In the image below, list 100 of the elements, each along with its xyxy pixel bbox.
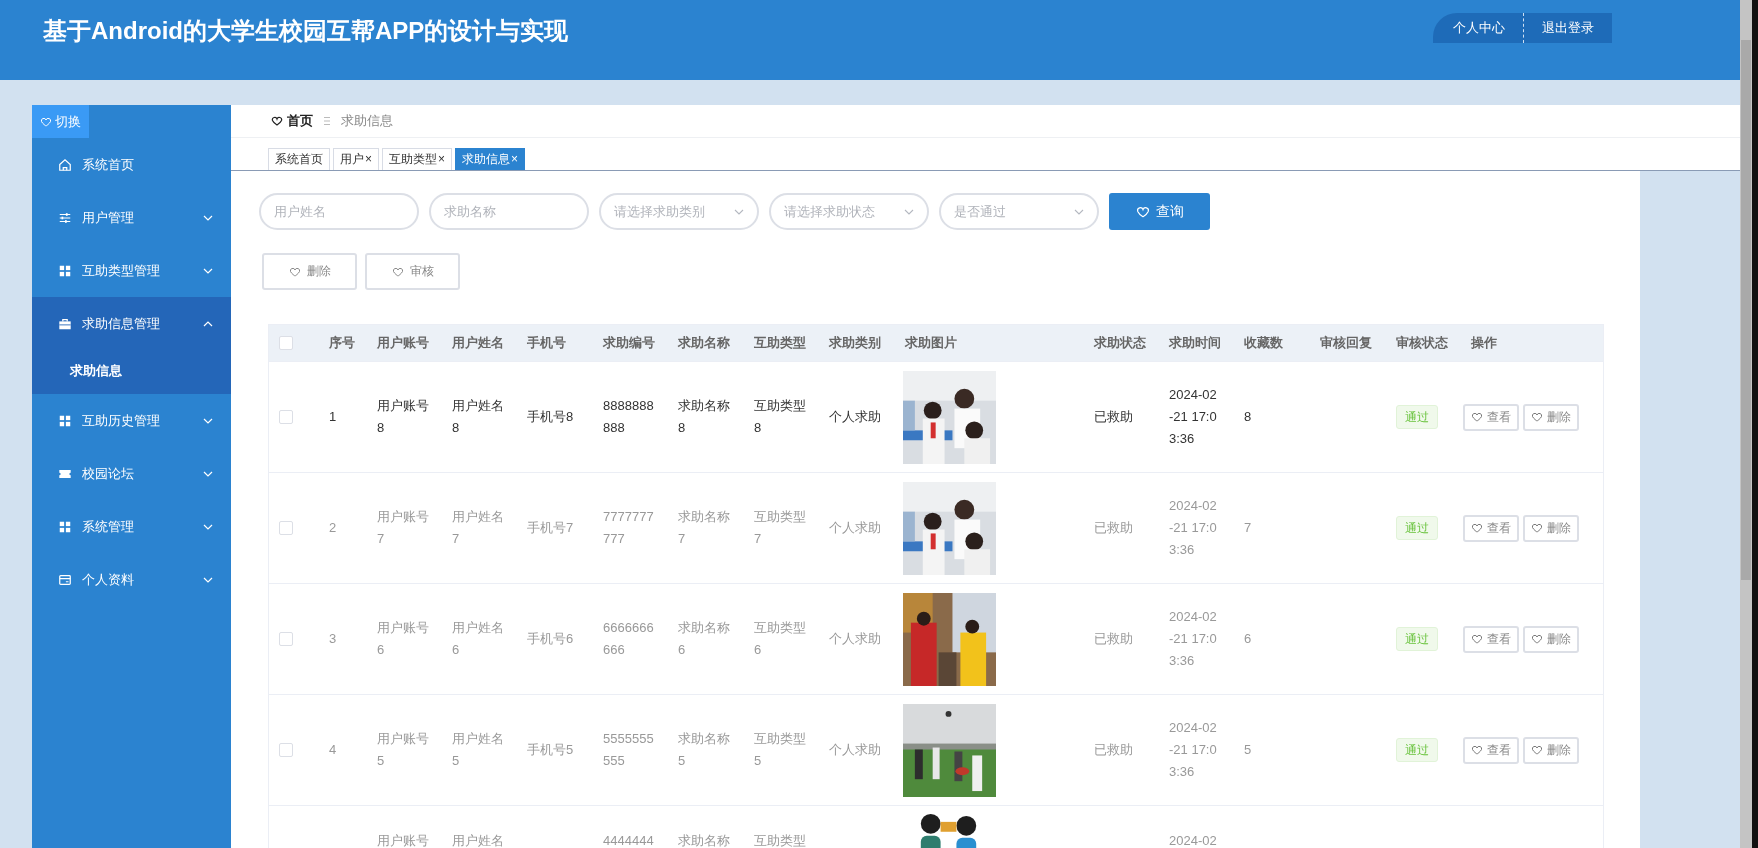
table-cell-text: 2024-02-21 17:03:36: [1169, 608, 1218, 670]
page-tab[interactable]: 互助类型×: [382, 148, 453, 170]
toggle-button[interactable]: 切换: [32, 105, 89, 138]
heart-icon: [1531, 633, 1543, 645]
home-icon: [58, 157, 72, 172]
row-action-button[interactable]: 删除: [1523, 625, 1579, 653]
breadcrumb-current: 求助信息: [341, 112, 393, 130]
heart-icon: [391, 265, 404, 278]
table-cell-text: 手机号5: [527, 741, 575, 759]
briefcase-icon: [58, 316, 72, 331]
action-button[interactable]: 删除: [262, 253, 357, 290]
header-link[interactable]: 退出登录: [1524, 13, 1612, 43]
table-cell-text: 已救助: [1094, 630, 1134, 648]
column-header: 审核回复: [1320, 334, 1372, 352]
chevron-down-icon: [203, 214, 213, 221]
table-cell-text: 互助类型6: [754, 619, 807, 659]
grid-icon: [58, 519, 72, 534]
row-action-button[interactable]: 删除: [1523, 403, 1579, 431]
menu-item[interactable]: 互助历史管理: [32, 394, 231, 447]
chevron-down-icon: [1074, 208, 1084, 215]
sliders-icon: [58, 210, 72, 225]
select-field[interactable]: 请选择求助状态: [769, 193, 929, 230]
row-action-button[interactable]: 查看: [1463, 625, 1519, 653]
table-cell-text: 个人求助: [829, 408, 882, 426]
heart-icon: [1471, 633, 1483, 645]
action-button[interactable]: 审核: [365, 253, 460, 290]
scrollbar-drawing[interactable]: [1740, 0, 1758, 848]
menu-item[interactable]: 系统首页: [32, 138, 231, 191]
menu-label: 互助类型管理: [82, 261, 161, 280]
menu-item[interactable]: 求助信息管理: [32, 297, 231, 350]
header-link[interactable]: 个人中心: [1433, 13, 1524, 43]
row-action-button[interactable]: 查看: [1463, 736, 1519, 764]
menu-item[interactable]: 互助类型管理: [32, 244, 231, 297]
tab-close[interactable]: ×: [365, 152, 372, 166]
table-cell-text: 个人求助: [829, 741, 882, 759]
table-cell-text: 手机号7: [527, 519, 575, 537]
chevron-down-icon: [203, 417, 213, 424]
checkbox[interactable]: [279, 743, 293, 757]
menu-item[interactable]: 个人资料: [32, 553, 231, 606]
table-cell-text: 个人求助: [829, 630, 882, 648]
heart-icon: [40, 115, 52, 128]
heart-icon: [1471, 411, 1483, 423]
menu-label: 个人资料: [82, 570, 135, 589]
menu-item[interactable]: 用户管理: [32, 191, 231, 244]
page-tab[interactable]: 求助信息×: [455, 148, 526, 170]
checkbox[interactable]: [279, 410, 293, 424]
table-cell-text: 用户账号8: [377, 397, 430, 437]
checkbox[interactable]: [279, 632, 293, 646]
search-field[interactable]: 用户姓名: [259, 193, 419, 230]
table-cell-text: 手机号6: [527, 630, 575, 648]
heart-icon: [288, 265, 301, 278]
column-header: 审核状态: [1396, 334, 1448, 352]
row-action-button[interactable]: 删除: [1523, 514, 1579, 542]
table-cell-text: 用户姓名: [452, 832, 505, 848]
select-field[interactable]: 是否通过: [939, 193, 1099, 230]
menu-item[interactable]: 系统管理: [32, 500, 231, 553]
chevron-down-icon: [203, 523, 213, 530]
table-cell-text: 用户账号5: [377, 730, 430, 770]
menu-label: 系统管理: [82, 517, 135, 536]
search-field[interactable]: 求助名称: [429, 193, 589, 230]
status-badge: 通过: [1396, 516, 1438, 540]
page-tab[interactable]: 系统首页: [268, 148, 330, 170]
status-badge: 通过: [1396, 627, 1438, 651]
table-cell-text: 用户姓名5: [452, 730, 505, 770]
table-cell-text: 2024-02-21 17:03:36: [1169, 719, 1218, 781]
table-cell-text: 8: [1244, 408, 1253, 426]
table-cell-text: 用户账号7: [377, 508, 430, 548]
table-cell-text: 2: [329, 519, 338, 537]
submenu-item[interactable]: 求助信息: [32, 348, 231, 394]
chevron-down-icon: [904, 208, 914, 215]
table-cell-text: 互助类型5: [754, 730, 807, 770]
breadcrumb-home[interactable]: 首页: [287, 112, 313, 130]
table-cell-text: 用户姓名8: [452, 397, 505, 437]
table-cell-text: 4444444: [603, 832, 655, 848]
table-cell-text: 5: [1244, 741, 1253, 759]
table-cell-text: 求助名称5: [678, 730, 731, 770]
row-action-button[interactable]: 查看: [1463, 403, 1519, 431]
heart-icon: [271, 115, 283, 127]
column-header: 求助类别: [829, 334, 881, 352]
table-cell-text: 求助名称8: [678, 397, 731, 437]
column-header: 求助状态: [1094, 334, 1146, 352]
checkbox[interactable]: [279, 336, 293, 350]
menu-label: 互助历史管理: [82, 411, 161, 430]
table-cell-text: 8888888888: [603, 397, 655, 437]
table-cell-text: 已救助: [1094, 741, 1134, 759]
tab-close[interactable]: ×: [511, 152, 519, 166]
search-button[interactable]: 查询: [1109, 193, 1210, 230]
row-action-button[interactable]: 查看: [1463, 514, 1519, 542]
table-cell-text: 互助类型8: [754, 397, 807, 437]
checkbox[interactable]: [279, 521, 293, 535]
grid-icon: [58, 413, 72, 428]
column-header: 序号: [329, 334, 355, 352]
page-tab[interactable]: 用户×: [333, 148, 379, 170]
heart-icon: [1531, 744, 1543, 756]
table-cell-text: 用户姓名6: [452, 619, 505, 659]
tab-close[interactable]: ×: [438, 152, 446, 166]
row-action-button[interactable]: 删除: [1523, 736, 1579, 764]
menu-item[interactable]: 校园论坛: [32, 447, 231, 500]
chevron-down-icon: [734, 208, 744, 215]
select-field[interactable]: 请选择求助类别: [599, 193, 759, 230]
